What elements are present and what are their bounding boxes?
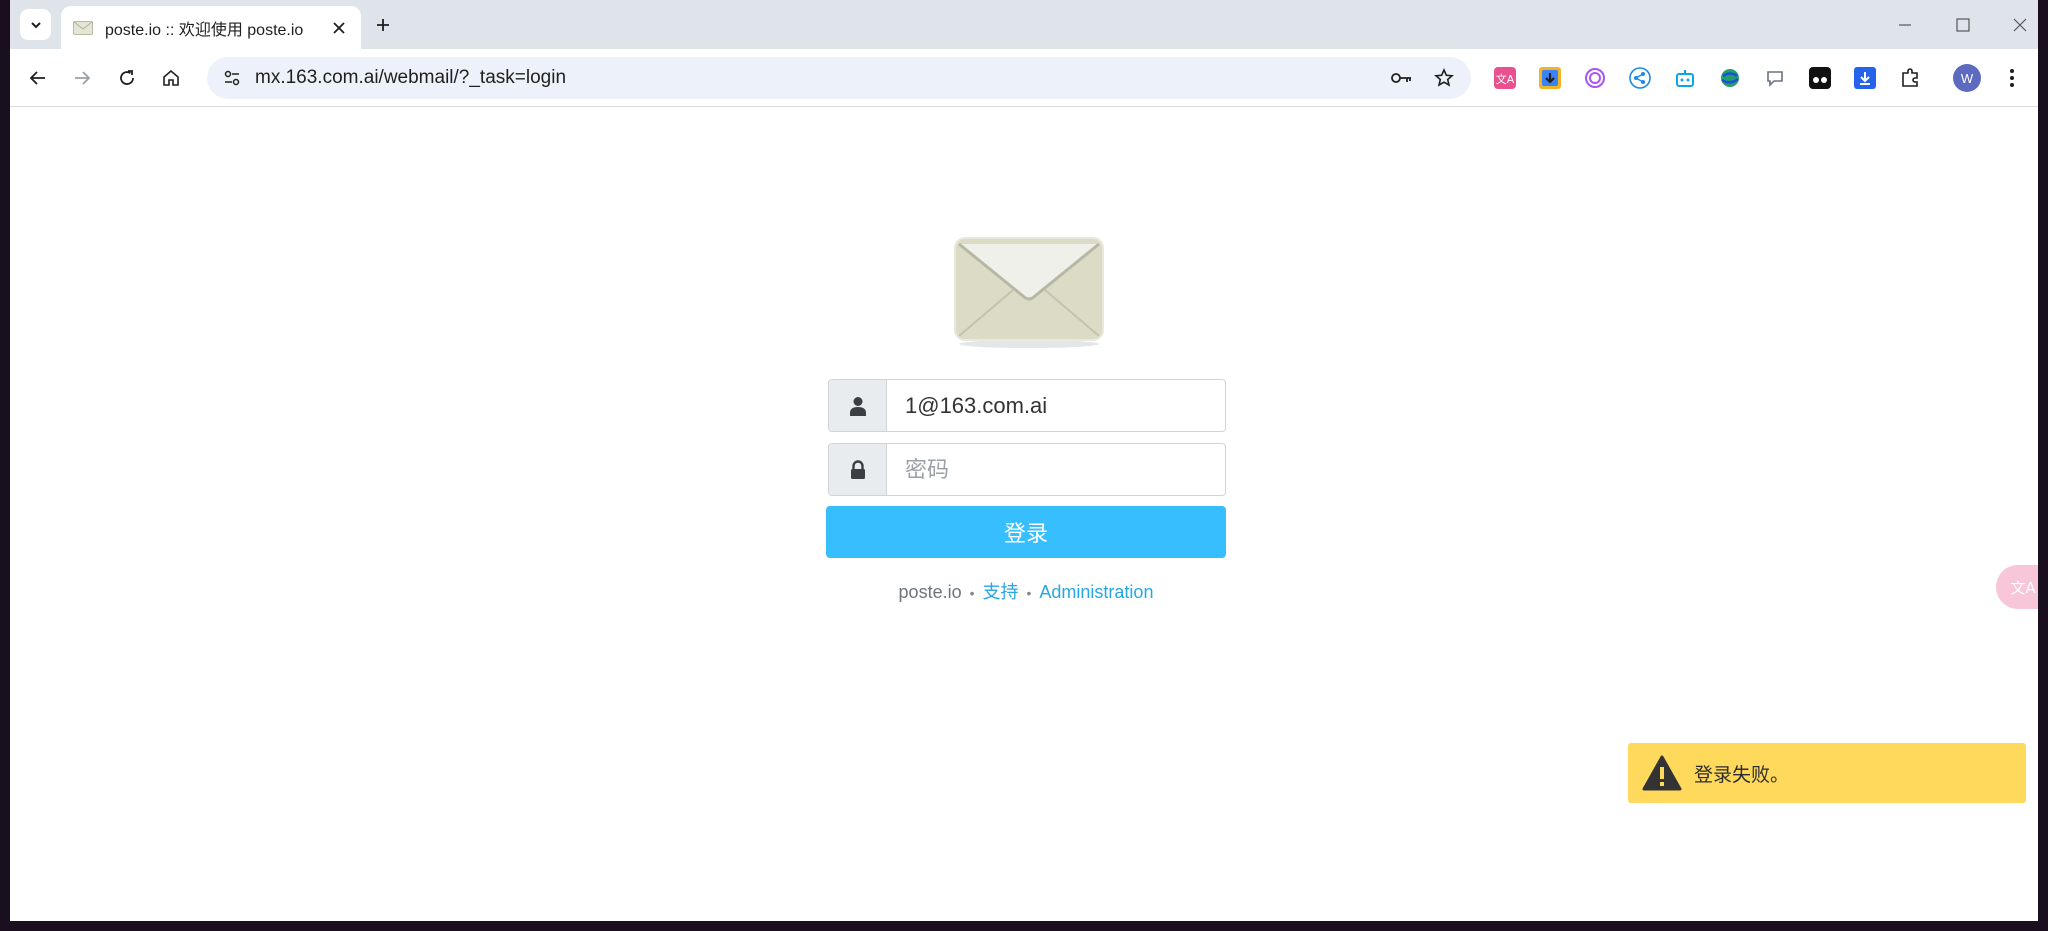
tab-search-button[interactable]	[20, 9, 51, 40]
share-icon	[1629, 67, 1651, 89]
bookmark-button[interactable]	[1429, 63, 1459, 93]
administration-link[interactable]: Administration	[1039, 582, 1153, 602]
translate-icon: 文A	[1494, 67, 1516, 89]
brand-text: poste.io	[898, 582, 962, 602]
key-icon	[1391, 73, 1411, 83]
password-addon	[829, 444, 887, 495]
separator: •	[969, 585, 975, 601]
download-extension-button[interactable]	[1852, 65, 1878, 91]
download-helper-extension-button[interactable]	[1537, 65, 1563, 91]
globe-extension-button[interactable]	[1717, 65, 1743, 91]
site-info-button[interactable]	[217, 63, 247, 93]
floating-translate-button[interactable]: 文A	[1996, 565, 2038, 609]
chat-extension-button[interactable]	[1762, 65, 1788, 91]
puzzle-icon	[1902, 68, 1918, 87]
warning-icon	[1642, 755, 1682, 791]
ai-extension-button[interactable]	[1582, 65, 1608, 91]
new-tab-button[interactable]	[370, 12, 396, 38]
globe-icon	[1721, 69, 1739, 87]
envelope-favicon-icon	[73, 20, 93, 35]
browser-window: poste.io :: 欢迎使用 poste.io mx.163.com.ai/…	[10, 0, 2038, 921]
maximize-button[interactable]	[1950, 12, 1976, 38]
close-icon	[2013, 18, 2027, 32]
login-form: 登录 poste.io • 支持 • Administration	[826, 379, 1226, 604]
download-icon	[1854, 67, 1876, 89]
tab-strip: poste.io :: 欢迎使用 poste.io	[10, 0, 2038, 49]
minimize-button[interactable]	[1892, 12, 1918, 38]
password-input[interactable]	[887, 444, 1225, 495]
username-addon	[829, 380, 887, 431]
home-icon	[163, 69, 179, 86]
tab-close-button[interactable]	[329, 18, 349, 38]
download-arrow-icon	[1539, 67, 1561, 89]
arrow-right-icon	[75, 71, 91, 85]
address-bar[interactable]: mx.163.com.ai/webmail/?_task=login	[207, 57, 1471, 99]
user-icon	[849, 396, 866, 416]
extensions-button[interactable]	[1897, 65, 1923, 91]
chevron-down-icon	[30, 21, 41, 28]
translate-extension-button[interactable]: 文A	[1492, 65, 1518, 91]
tune-icon	[224, 70, 240, 86]
home-button[interactable]	[157, 64, 185, 92]
separator: •	[1026, 585, 1032, 601]
back-button[interactable]	[24, 64, 52, 92]
support-link[interactable]: 支持	[983, 582, 1019, 602]
profile-avatar[interactable]: W	[1953, 64, 1981, 92]
active-tab[interactable]: poste.io :: 欢迎使用 poste.io	[61, 6, 361, 49]
envelope-logo-icon	[954, 237, 1104, 348]
browser-menu-button[interactable]	[1998, 64, 2026, 92]
login-button[interactable]: 登录	[826, 506, 1226, 558]
translate-icon: 文A	[2010, 579, 2036, 597]
close-window-button[interactable]	[2007, 12, 2033, 38]
username-input[interactable]	[887, 380, 1225, 431]
footer-links: poste.io • 支持 • Administration	[826, 578, 1226, 604]
tab-title: poste.io :: 欢迎使用 poste.io	[105, 21, 304, 39]
reload-button[interactable]	[113, 64, 141, 92]
svg-text:文A: 文A	[2010, 579, 2036, 597]
browser-toolbar: mx.163.com.ai/webmail/?_task=login 文A W	[10, 49, 2038, 107]
chat-bubble-icon	[1767, 71, 1783, 87]
notification-message: 登录失败。	[1694, 763, 1790, 786]
star-icon	[1434, 68, 1454, 87]
arrow-left-icon	[29, 71, 45, 85]
minimize-icon	[1899, 24, 1911, 26]
password-key-button[interactable]	[1387, 63, 1417, 93]
spiral-icon	[1585, 68, 1605, 88]
svg-text:文A: 文A	[1496, 72, 1515, 86]
password-group	[828, 443, 1226, 496]
lock-icon	[850, 459, 865, 479]
more-vert-icon	[2010, 69, 2014, 87]
maximize-icon	[1956, 18, 1970, 32]
username-group	[828, 379, 1226, 432]
close-icon	[333, 21, 345, 34]
reload-icon	[120, 70, 134, 85]
robot-extension-button[interactable]	[1672, 65, 1698, 91]
robot-icon	[1676, 70, 1694, 87]
share-extension-button[interactable]	[1627, 65, 1653, 91]
glasses-extension-button[interactable]	[1807, 65, 1833, 91]
url-text[interactable]: mx.163.com.ai/webmail/?_task=login	[255, 67, 1387, 89]
login-failed-notification: 登录失败。	[1628, 743, 2026, 803]
glasses-icon	[1809, 67, 1831, 89]
plus-icon	[377, 19, 389, 31]
forward-button[interactable]	[68, 64, 96, 92]
